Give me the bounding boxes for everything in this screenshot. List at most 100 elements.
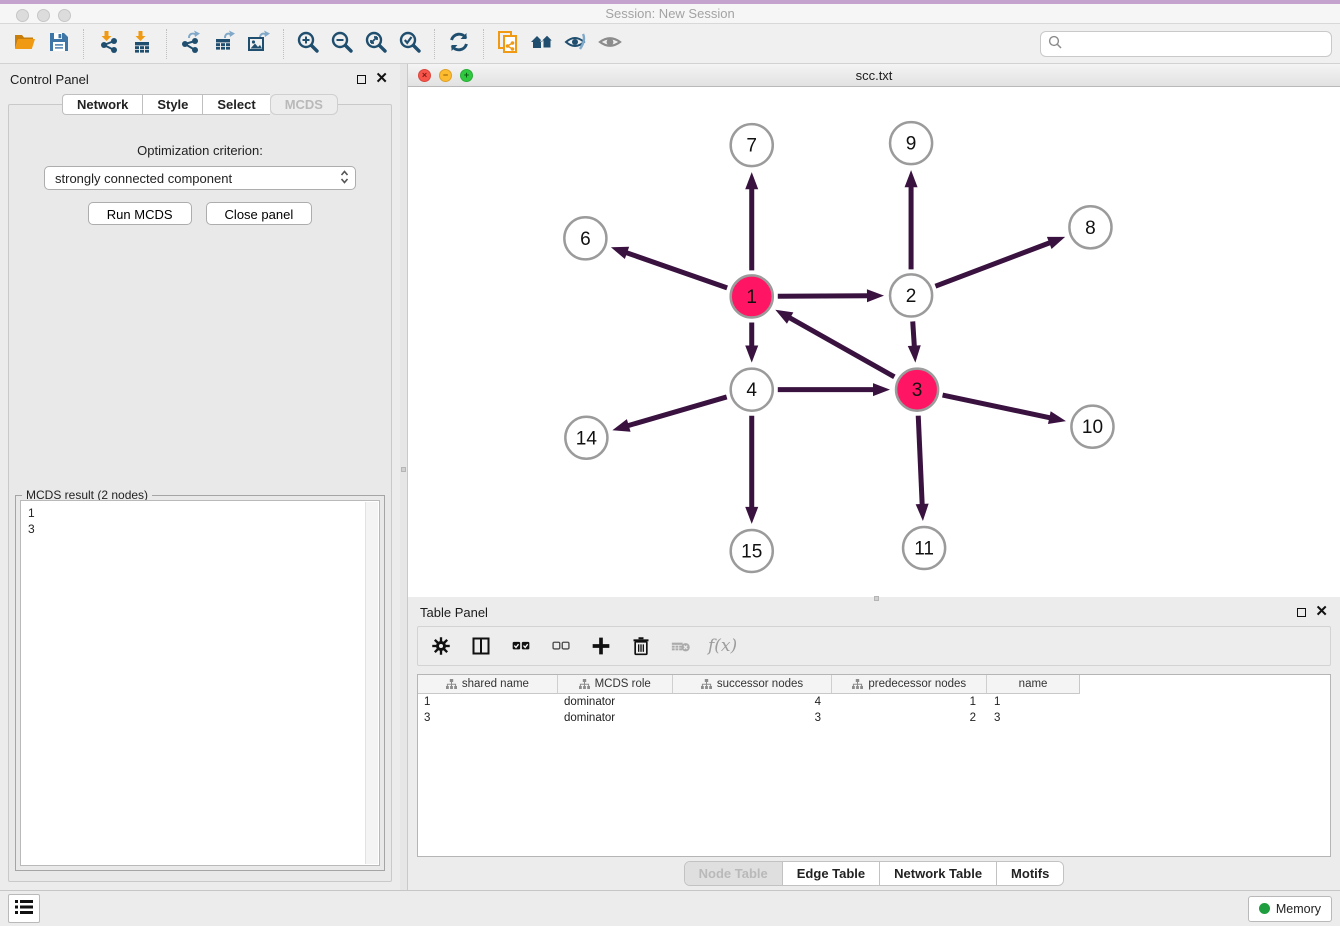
node-label: 11 (914, 538, 934, 559)
edge-2-3[interactable] (913, 321, 915, 347)
table-row[interactable]: 3 dominator 3 2 3 (418, 710, 1330, 726)
import-table-icon (130, 30, 154, 57)
cell-shared-name: 1 (418, 696, 558, 708)
memory-button[interactable]: Memory (1248, 896, 1332, 922)
node-table[interactable]: shared name MCDS role successor nodes pr… (417, 674, 1331, 857)
control-panel: Control Panel ✕ Network Style Select MCD… (0, 64, 400, 890)
eye-icon (598, 30, 622, 57)
export-table-button[interactable] (208, 28, 242, 60)
import-table-button[interactable] (125, 28, 159, 60)
delete-row-icon[interactable] (628, 633, 654, 659)
list-icon (15, 899, 33, 918)
cell-mcds-role: dominator (558, 696, 673, 708)
zoom-in-button[interactable] (291, 28, 325, 60)
mcds-panel-body: Optimization criterion: strongly connect… (8, 104, 392, 882)
select-all-icon[interactable] (508, 633, 534, 659)
node-label: 4 (746, 380, 757, 401)
tab-node-table[interactable]: Node Table (685, 862, 783, 885)
settings-gear-icon[interactable] (428, 633, 454, 659)
table-tabs-bar: Node Table Edge Table Network Table Moti… (408, 857, 1340, 890)
first-neighbors-button[interactable] (525, 28, 559, 60)
edge-arrowhead (745, 507, 758, 524)
column-header-mcds-role[interactable]: MCDS role (558, 675, 673, 693)
clone-network-button[interactable] (491, 28, 525, 60)
result-scrollbar[interactable] (365, 502, 378, 864)
close-table-panel-icon[interactable]: ✕ (1315, 607, 1328, 617)
panel-splitter[interactable] (400, 64, 407, 890)
apply-layout-button[interactable] (442, 28, 476, 60)
table-panel: Table Panel ✕ f(x) (407, 597, 1340, 890)
horizontal-splitter-grip[interactable] (874, 596, 879, 601)
task-history-button[interactable] (8, 894, 40, 923)
tab-edge-table[interactable]: Edge Table (783, 862, 880, 885)
splitter-grip[interactable] (401, 467, 406, 472)
window-titlebar: Session: New Session (0, 0, 1340, 24)
table-row[interactable]: 1 dominator 4 1 1 (418, 694, 1330, 710)
node-label: 1 (746, 287, 757, 308)
tab-motifs[interactable]: Motifs (997, 862, 1063, 885)
toolbar-separator (166, 29, 167, 59)
tab-network-table[interactable]: Network Table (880, 862, 997, 885)
network-canvas[interactable]: 7968124314101511 (408, 87, 1340, 597)
zoom-fit-icon (364, 30, 388, 57)
search-input[interactable] (1067, 36, 1324, 51)
export-image-icon (247, 30, 271, 57)
import-network-button[interactable] (91, 28, 125, 60)
tab-select[interactable]: Select (202, 94, 269, 115)
export-network-button[interactable] (174, 28, 208, 60)
zoom-fit-button[interactable] (359, 28, 393, 60)
column-header-name[interactable]: name (987, 675, 1079, 693)
tab-mcds[interactable]: MCDS (270, 94, 338, 115)
run-mcds-button[interactable]: Run MCDS (88, 202, 192, 225)
refresh-icon (447, 30, 471, 57)
import-network-icon (96, 30, 120, 57)
edge-arrowhead (745, 172, 758, 189)
hide-selected-button[interactable] (559, 28, 593, 60)
column-header-shared-name[interactable]: shared name (418, 675, 558, 693)
add-column-icon[interactable] (588, 633, 614, 659)
edge-3-11[interactable] (918, 416, 922, 506)
tab-network[interactable]: Network (62, 94, 142, 115)
edge-3-10[interactable] (943, 395, 1052, 418)
tab-style[interactable]: Style (142, 94, 202, 115)
toolbar-separator (483, 29, 484, 59)
table-toolbar: f(x) (417, 626, 1331, 666)
zoom-in-icon (296, 30, 320, 57)
cell-successor-nodes: 4 (673, 696, 833, 708)
column-header-successor-nodes[interactable]: successor nodes (673, 675, 833, 693)
show-column-icon[interactable] (468, 633, 494, 659)
edge-arrowhead (916, 504, 929, 521)
mcds-result-text[interactable]: 1 3 (20, 500, 380, 866)
zoom-out-button[interactable] (325, 28, 359, 60)
zoom-selected-button[interactable] (393, 28, 427, 60)
cell-successor-nodes: 3 (673, 712, 833, 724)
float-table-panel-icon[interactable] (1297, 608, 1306, 617)
node-label: 8 (1085, 218, 1096, 239)
status-bar: Memory (0, 890, 1340, 926)
edge-4-14[interactable] (627, 397, 727, 426)
open-file-button[interactable] (8, 28, 42, 60)
cell-predecessor-nodes: 1 (833, 696, 988, 708)
node-label: 6 (580, 229, 591, 250)
close-panel-icon[interactable]: ✕ (375, 74, 388, 84)
column-header-predecessor-nodes[interactable]: predecessor nodes (832, 675, 987, 693)
deselect-all-icon[interactable] (548, 633, 574, 659)
show-all-button[interactable] (593, 28, 627, 60)
criterion-select[interactable]: strongly connected component (44, 166, 356, 190)
clone-network-icon (496, 30, 520, 57)
houses-icon (530, 30, 554, 57)
float-panel-icon[interactable] (357, 75, 366, 84)
table-panel-header: Table Panel ✕ (408, 597, 1340, 624)
edge-3-1[interactable] (788, 317, 894, 377)
delete-table-icon[interactable] (668, 633, 694, 659)
cell-mcds-role: dominator (558, 712, 673, 724)
edge-1-6[interactable] (625, 252, 727, 288)
close-panel-button[interactable]: Close panel (206, 202, 313, 225)
network-graph[interactable]: 7968124314101511 (408, 87, 1340, 597)
export-image-button[interactable] (242, 28, 276, 60)
edge-2-8[interactable] (935, 242, 1051, 286)
edge-1-2[interactable] (778, 296, 869, 297)
function-builder-icon[interactable]: f(x) (708, 636, 737, 656)
save-session-button[interactable] (42, 28, 76, 60)
main-toolbar (0, 24, 1340, 64)
